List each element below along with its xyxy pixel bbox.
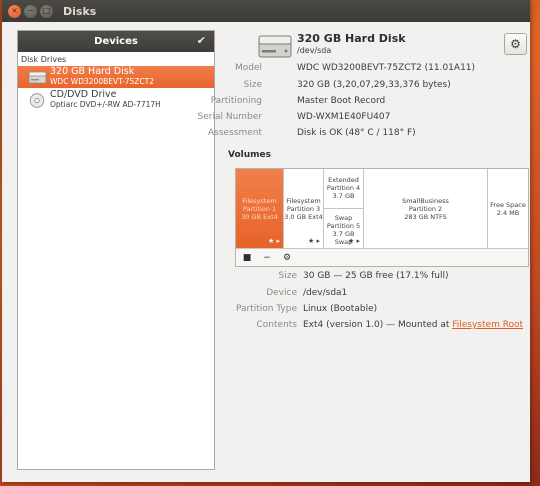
- hard-disk-name: 320 GB Hard Disk: [50, 66, 135, 77]
- prop-value-model: WDC WD3200BEVT-75ZCT2 (11.01A11): [297, 63, 476, 73]
- partition-2-line-3: 283 GB NTFS: [404, 213, 447, 221]
- free-space[interactable]: Free Space 2.4 MB: [488, 169, 528, 248]
- prop-value-size: 320 GB (3,20,07,29,33,376 bytes): [297, 80, 451, 90]
- partition-1-status-icons: ★ ▸: [267, 237, 280, 245]
- stop-icon: ■: [242, 252, 252, 263]
- gears-icon: ⚙: [282, 252, 292, 263]
- hard-disk-model: WDC WD3200BEVT-75ZCT2: [50, 77, 154, 86]
- contents-text: Ext4 (version 1.0) — Mounted at: [303, 320, 453, 330]
- detail-value-size: 30 GB — 25 GB free (17.1% full): [303, 271, 449, 281]
- optical-disc-icon: [29, 92, 45, 108]
- free-space-line-1: Free Space: [490, 201, 526, 209]
- partition-2[interactable]: SmallBusiness Partition 2 283 GB NTFS: [364, 169, 488, 248]
- disks-window: × − □ Disks Devices ✔ Disk Drives 320 GB…: [2, 0, 530, 482]
- close-window-button[interactable]: ×: [8, 4, 21, 18]
- detail-label-size: Size: [278, 271, 297, 281]
- cd-drive-model: Optiarc DVD+/-RW AD-7717H: [50, 100, 161, 109]
- partition-5-swap[interactable]: Swap Partition 5 3.7 GB Swap ★ ▸: [324, 209, 364, 248]
- disk-settings-button[interactable]: ⚙: [504, 33, 527, 55]
- delete-partition-button[interactable]: −: [258, 249, 276, 266]
- devices-header-label: Devices: [94, 36, 138, 47]
- prop-label-size: Size: [243, 80, 262, 90]
- hard-disk-icon: [258, 35, 292, 58]
- partition-4-line-1: Extended: [328, 176, 359, 184]
- prop-value-serial: WD-WXM1E40FU407: [297, 112, 391, 122]
- more-actions-button[interactable]: ⚙: [278, 249, 296, 266]
- partition-2-line-1: SmallBusiness: [402, 197, 449, 205]
- minimize-window-button[interactable]: −: [24, 4, 37, 18]
- partition-map: Filesystem Partition 1 30 GB Ext4 ★ ▸ Fi…: [235, 168, 529, 267]
- detail-label-contents: Contents: [256, 320, 297, 330]
- partition-2-line-2: Partition 2: [408, 205, 443, 213]
- prop-label-serial: Serial Number: [197, 112, 262, 122]
- partition-5-status-icons: ★ ▸: [347, 237, 360, 245]
- detail-value-device: /dev/sda1: [303, 288, 348, 298]
- partition-3-line-1: Filesystem: [286, 197, 321, 205]
- gear-icon: ⚙: [510, 37, 521, 51]
- partition-1-line-3: 30 GB Ext4: [241, 213, 278, 221]
- partition-1-line-2: Partition 1: [242, 205, 277, 213]
- partition-5-line-1: Swap: [334, 214, 353, 222]
- minus-icon: −: [263, 252, 271, 263]
- disk-device-path: /dev/sda: [297, 46, 332, 55]
- unmount-button[interactable]: ■: [238, 249, 256, 266]
- disk-title: 320 GB Hard Disk: [297, 32, 406, 45]
- prop-label-assessment: Assessment: [208, 128, 262, 138]
- prop-value-assessment: Disk is OK (48° C / 118° F): [297, 128, 416, 138]
- free-space-line-2: 2.4 MB: [496, 209, 520, 217]
- checkmark-icon[interactable]: ✔: [197, 34, 206, 47]
- partition-4-line-3: 3.7 GB: [332, 192, 355, 200]
- prop-label-partitioning: Partitioning: [210, 96, 262, 106]
- partition-1-line-1: Filesystem: [242, 197, 277, 205]
- title-bar: × − □ Disks: [2, 0, 530, 22]
- volumes-heading: Volumes: [228, 150, 271, 160]
- partition-3-line-3: 3.0 GB Ext4: [284, 213, 323, 221]
- maximize-window-button[interactable]: □: [40, 4, 53, 18]
- detail-value-partition-type: Linux (Bootable): [303, 304, 378, 314]
- devices-header: Devices ✔: [18, 31, 214, 52]
- cd-drive-name: CD/DVD Drive: [50, 89, 117, 100]
- partition-3-status-icons: ★ ▸: [307, 237, 320, 245]
- partition-3[interactable]: Filesystem Partition 3 3.0 GB Ext4 ★ ▸: [284, 169, 324, 248]
- prop-label-model: Model: [234, 63, 262, 73]
- window-title: Disks: [63, 4, 97, 18]
- partition-5-line-2: Partition 5: [326, 222, 361, 230]
- detail-label-device: Device: [266, 288, 297, 298]
- volume-toolbar: ■ − ⚙: [236, 248, 528, 266]
- prop-value-partitioning: Master Boot Record: [297, 96, 386, 106]
- hard-disk-icon: [28, 71, 47, 83]
- detail-label-partition-type: Partition Type: [235, 304, 297, 314]
- partition-3-line-2: Partition 3: [286, 205, 321, 213]
- partition-4-extended[interactable]: Extended Partition 4 3.7 GB: [324, 169, 364, 209]
- partition-1[interactable]: Filesystem Partition 1 30 GB Ext4 ★ ▸: [236, 169, 284, 248]
- filesystem-root-link[interactable]: Filesystem Root: [452, 320, 523, 330]
- detail-value-contents: Ext4 (version 1.0) — Mounted at Filesyst…: [303, 320, 523, 330]
- partition-4-line-2: Partition 4: [326, 184, 361, 192]
